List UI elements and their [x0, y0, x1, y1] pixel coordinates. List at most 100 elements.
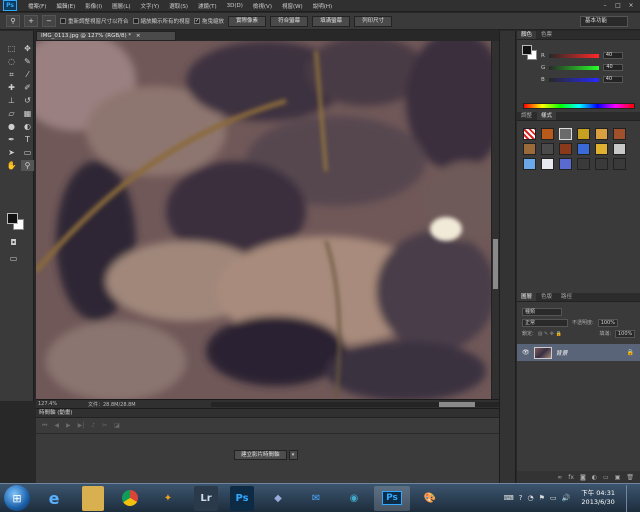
layer-name[interactable]: 背景 [556, 348, 568, 357]
pen-tool-icon[interactable]: ✒ [5, 134, 18, 145]
link-icon[interactable]: ∞ [557, 474, 562, 481]
photoshop-active-icon[interactable]: Ps [374, 485, 410, 511]
blue-slider[interactable]: B 40 [541, 76, 623, 83]
style-swatch[interactable] [541, 158, 554, 170]
volume-icon[interactable]: 🔊 [561, 494, 570, 502]
color-spectrum[interactable] [523, 103, 635, 109]
quick-select-tool-icon[interactable]: ✎ [21, 56, 34, 67]
quick-mask-icon[interactable]: ◘ [7, 237, 20, 248]
play-icon[interactable]: ▶ [66, 422, 71, 429]
style-swatch[interactable] [595, 158, 608, 170]
vertical-scrollbar[interactable] [491, 41, 499, 399]
close-tab-icon[interactable]: × [136, 33, 141, 39]
shape-tool-icon[interactable]: ▭ [21, 147, 34, 158]
style-swatch[interactable] [577, 128, 590, 140]
gradient-tool-icon[interactable]: ▦ [21, 108, 34, 119]
red-track[interactable] [548, 53, 599, 58]
checkbox-box-checked[interactable]: ✓ [194, 18, 201, 24]
marquee-tool-icon[interactable]: ⬚ [5, 43, 18, 54]
tab-color[interactable]: 顏色 [517, 31, 537, 39]
history-brush-tool-icon[interactable]: ↺ [21, 95, 34, 106]
checkbox-box[interactable] [60, 18, 66, 24]
split-icon[interactable]: ✂ [102, 422, 107, 429]
resize-windows-checkbox[interactable]: 重新調整視窗尺寸以符合 [60, 17, 129, 25]
foreground-color-swatch[interactable] [7, 213, 18, 224]
dodge-tool-icon[interactable]: ◐ [21, 121, 34, 132]
zoom-level[interactable]: 127.4% [36, 401, 58, 407]
eye-icon[interactable]: 👁 [522, 349, 530, 356]
horizontal-scroll-thumb[interactable] [439, 402, 475, 407]
menu-edit[interactable]: 編輯(E) [51, 2, 80, 10]
style-swatch[interactable] [559, 158, 572, 170]
style-swatch[interactable] [541, 128, 554, 140]
photo-viewer-icon[interactable]: ✦ [150, 486, 186, 511]
menu-select[interactable]: 選取(S) [164, 2, 193, 10]
tab-styles[interactable]: 樣式 [537, 112, 557, 120]
style-swatch[interactable] [577, 158, 590, 170]
style-swatch[interactable] [523, 128, 536, 140]
style-swatch[interactable] [523, 158, 536, 170]
workspace-select[interactable]: 基本功能 [580, 15, 628, 27]
lock-icons[interactable]: ▨ ✎ ✥ 🔒 [538, 331, 562, 337]
transition-icon[interactable]: ◪ [114, 422, 120, 429]
style-swatch[interactable] [595, 128, 608, 140]
first-frame-icon[interactable]: ⏮ [42, 422, 47, 430]
style-swatch[interactable] [559, 143, 572, 155]
bridge-icon[interactable]: ◆ [260, 486, 296, 511]
healing-tool-icon[interactable]: ✚ [5, 82, 18, 93]
print-size-button[interactable]: 列印尺寸 [354, 15, 393, 27]
blue-track[interactable] [548, 77, 599, 82]
eraser-tool-icon[interactable]: ▱ [5, 108, 18, 119]
style-swatch[interactable] [559, 128, 572, 140]
green-slider[interactable]: G 40 [541, 64, 624, 71]
blend-mode-select[interactable]: 正常 [522, 318, 568, 327]
scrubby-zoom-checkbox[interactable]: ✓ 拖曳縮放 [194, 17, 224, 25]
fx-icon[interactable]: fx [568, 474, 574, 481]
layer-row-background[interactable]: 👁 背景 🔒 [517, 344, 640, 361]
chevron-down-icon[interactable]: ▾ [288, 450, 298, 460]
menu-image[interactable]: 影像(I) [80, 2, 107, 10]
monitor-icon[interactable]: ▭ [550, 494, 557, 502]
browser-icon[interactable]: ◉ [336, 486, 372, 511]
fit-screen-button[interactable]: 符合螢幕 [270, 15, 309, 27]
blur-tool-icon[interactable]: ● [5, 121, 18, 132]
folder-icon[interactable]: ▭ [603, 474, 609, 481]
foreground-color-chip[interactable] [522, 45, 532, 55]
menu-3d[interactable]: 3D(D) [222, 3, 248, 9]
type-tool-icon[interactable]: T [21, 134, 34, 145]
fill-field[interactable]: 100% [615, 329, 635, 338]
close-icon[interactable]: × [626, 2, 636, 10]
green-value[interactable]: 40 [603, 64, 624, 71]
tab-adjustments[interactable]: 調整 [517, 112, 536, 120]
vertical-scroll-thumb[interactable] [493, 239, 498, 289]
green-track[interactable] [549, 65, 600, 70]
tab-paths[interactable]: 路徑 [557, 293, 576, 301]
tab-layers[interactable]: 圖層 [517, 293, 537, 301]
screen-mode-icon[interactable]: ▭ [7, 253, 20, 264]
new-layer-icon[interactable]: ▣ [615, 474, 621, 481]
adjustment-icon[interactable]: ◐ [592, 474, 597, 481]
path-select-tool-icon[interactable]: ➤ [5, 147, 18, 158]
tab-swatches[interactable]: 色票 [537, 31, 556, 39]
zoom-tool-icon[interactable]: ⚲ [21, 160, 34, 171]
maximize-icon[interactable]: □ [613, 2, 623, 10]
move-tool-icon[interactable]: ✥ [21, 43, 34, 54]
paint-icon[interactable]: 🎨 [412, 486, 448, 511]
blue-value[interactable]: 40 [602, 76, 623, 83]
stamp-tool-icon[interactable]: ⊥ [5, 95, 18, 106]
lasso-tool-icon[interactable]: ◌ [5, 56, 18, 67]
hand-tool-icon[interactable]: ✋ [5, 160, 18, 171]
audio-icon[interactable]: ♪ [91, 422, 95, 429]
style-swatch[interactable] [595, 143, 608, 155]
tab-channels[interactable]: 色版 [537, 293, 556, 301]
checkbox-box[interactable] [132, 18, 139, 24]
menu-type[interactable]: 文字(Y) [136, 2, 165, 10]
network-tray-icon[interactable]: ◔ [527, 494, 533, 502]
menu-help[interactable]: 說明(H) [308, 2, 337, 10]
trash-icon[interactable]: 🗑 [626, 474, 634, 481]
photoshop-icon[interactable]: Ps [230, 485, 254, 511]
style-swatch[interactable] [613, 143, 626, 155]
zoom-out-icon[interactable]: − [42, 15, 56, 27]
horizontal-scrollbar[interactable] [211, 402, 501, 407]
menu-view[interactable]: 檢視(V) [248, 2, 277, 10]
